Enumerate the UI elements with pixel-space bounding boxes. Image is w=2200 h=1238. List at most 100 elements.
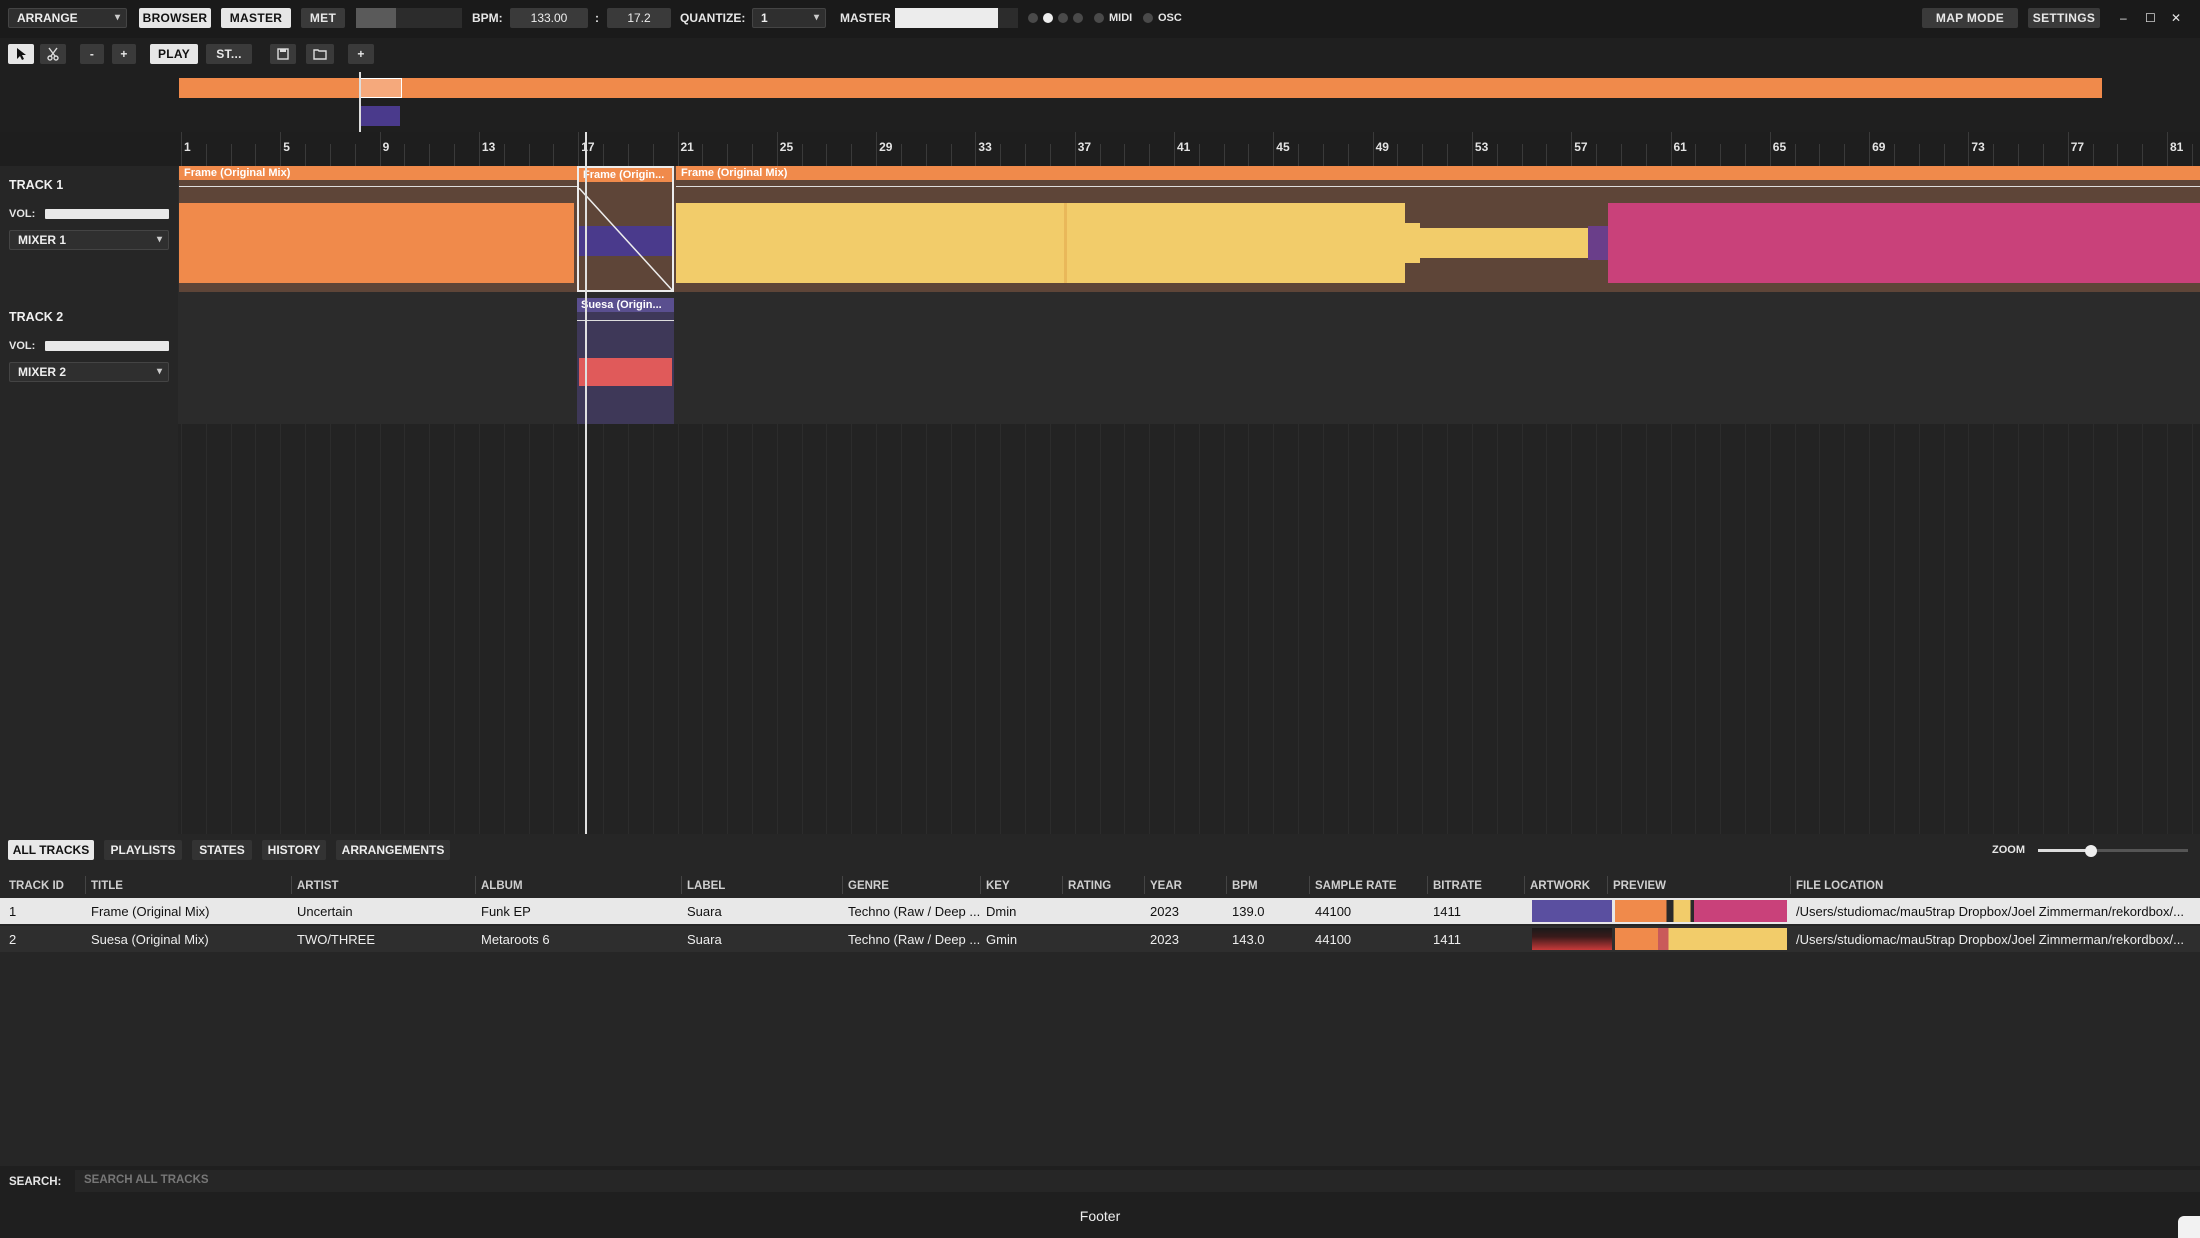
track-1-mixer-select[interactable]: MIXER 1 ▾ — [9, 230, 169, 250]
map-mode-button[interactable]: MAP MODE — [1922, 8, 2018, 28]
bar-number: 69 — [1872, 140, 1886, 154]
column-divider[interactable] — [842, 876, 843, 894]
arrangement-area[interactable]: TRACK 1 VOL: MIXER 1 ▾ Frame (Original M… — [0, 166, 2200, 834]
tab-states[interactable]: STATES — [192, 840, 252, 860]
column-header[interactable]: ARTWORK — [1530, 880, 1590, 892]
preview-waveform[interactable] — [1615, 928, 1787, 950]
column-divider[interactable] — [291, 876, 292, 894]
column-divider[interactable] — [1062, 876, 1063, 894]
column-header[interactable]: TITLE — [91, 880, 123, 892]
metronome-button[interactable]: MET — [301, 8, 345, 28]
column-header[interactable]: YEAR — [1150, 880, 1182, 892]
close-icon[interactable]: ✕ — [2171, 8, 2181, 28]
indicator-dot — [1073, 13, 1083, 23]
ruler-tick — [1322, 144, 1324, 166]
table-cell-album: Metaroots 6 — [481, 932, 550, 947]
column-header[interactable]: RATING — [1068, 880, 1111, 892]
scissors-icon[interactable] — [40, 44, 66, 64]
bar-number: 77 — [2070, 140, 2085, 154]
ruler-tick — [1124, 144, 1126, 166]
column-header[interactable]: KEY — [986, 880, 1010, 892]
quantize-select[interactable]: 1 ▾ — [752, 8, 826, 28]
column-divider[interactable] — [1607, 876, 1608, 894]
track-1-clip-1[interactable]: Frame (Original Mix) — [179, 166, 577, 292]
column-header[interactable]: PREVIEW — [1613, 880, 1666, 892]
column-header[interactable]: BITRATE — [1433, 880, 1482, 892]
track-1-clip-2[interactable]: Frame (Origin... — [577, 166, 674, 292]
column-divider[interactable] — [85, 876, 86, 894]
column-divider[interactable] — [1226, 876, 1227, 894]
waveform — [1608, 203, 2200, 283]
column-header[interactable]: LABEL — [687, 880, 725, 892]
track-1-volume-slider[interactable] — [45, 209, 169, 219]
column-divider[interactable] — [1309, 876, 1310, 894]
column-header[interactable]: BPM — [1232, 880, 1258, 892]
master-button[interactable]: MASTER — [221, 8, 291, 28]
clip-gain-line[interactable] — [577, 320, 674, 321]
ruler-tick — [1645, 144, 1647, 166]
resize-handle[interactable] — [2178, 1216, 2200, 1238]
clip-gain-line[interactable] — [179, 186, 577, 187]
sync-input[interactable]: 17.2 — [607, 8, 671, 28]
stop-button[interactable]: ST... — [206, 44, 252, 64]
search-input[interactable]: SEARCH ALL TRACKS — [75, 1170, 2200, 1192]
folder-icon[interactable] — [306, 44, 334, 64]
table-cell-key: Dmin — [986, 904, 1017, 919]
browser-button[interactable]: BROWSER — [139, 8, 211, 28]
column-header[interactable]: GENRE — [848, 880, 889, 892]
track-2-volume-slider[interactable] — [45, 341, 169, 351]
clip-gain-line[interactable] — [676, 186, 2200, 187]
column-header[interactable]: FILE LOCATION — [1796, 880, 1883, 892]
track-2-title: TRACK 2 — [9, 310, 64, 324]
zoom-slider-thumb[interactable] — [2085, 845, 2097, 857]
playhead[interactable] — [585, 166, 587, 834]
maximize-icon[interactable]: ☐ — [2145, 8, 2156, 28]
column-divider[interactable] — [475, 876, 476, 894]
ruler-tick — [603, 144, 605, 166]
crossfade-curve[interactable] — [579, 188, 672, 290]
track-1-clip-3[interactable]: Frame (Original Mix) — [676, 166, 2200, 292]
column-header[interactable]: ARTIST — [297, 880, 339, 892]
timeline-ruler[interactable]: 1 5 9 13 17 21 25 29 33 37 41 45 49 53 57 61 65 69 73 77 81 — [0, 132, 2200, 166]
column-header[interactable]: TRACK ID — [9, 880, 64, 892]
arrangement-overview[interactable] — [0, 72, 2200, 132]
metronome-level-fill[interactable] — [356, 8, 396, 28]
column-header[interactable]: SAMPLE RATE — [1315, 880, 1397, 892]
settings-button[interactable]: SETTINGS — [2028, 8, 2100, 28]
ruler-tick — [2167, 132, 2168, 166]
minimize-icon[interactable]: – — [2120, 8, 2127, 28]
waveform — [1067, 203, 1405, 283]
cursor-icon[interactable] — [8, 44, 34, 64]
column-divider[interactable] — [1427, 876, 1428, 894]
master-volume-track[interactable] — [998, 8, 1018, 28]
track-2-clip-1[interactable]: Suesa (Origin... — [577, 298, 674, 424]
preview-waveform[interactable] — [1615, 900, 1787, 922]
column-header[interactable]: ALBUM — [481, 880, 523, 892]
bar-number: 37 — [1077, 140, 1092, 154]
save-icon[interactable] — [270, 44, 296, 64]
zoom-out-button[interactable]: - — [80, 44, 104, 64]
column-divider[interactable] — [681, 876, 682, 894]
column-divider[interactable] — [980, 876, 981, 894]
play-button[interactable]: PLAY — [150, 44, 198, 64]
overview-viewport-box[interactable] — [360, 78, 402, 98]
top-bar: ARRANGE ▾ BROWSER MASTER MET BPM: 133.00… — [0, 0, 2200, 38]
column-divider[interactable] — [1790, 876, 1791, 894]
track-2-mixer-select[interactable]: MIXER 2 ▾ — [9, 362, 169, 382]
tab-playlists[interactable]: PLAYLISTS — [104, 840, 182, 860]
master-volume-fill[interactable] — [895, 8, 998, 28]
add-button[interactable]: + — [348, 44, 374, 64]
bpm-input[interactable]: 133.00 — [510, 8, 588, 28]
tab-history[interactable]: HISTORY — [262, 840, 326, 860]
column-divider[interactable] — [1524, 876, 1525, 894]
table-row[interactable]: 2 Suesa (Original Mix) TWO/THREE Metaroots … — [0, 926, 2200, 952]
tab-all-tracks[interactable]: ALL TRACKS — [8, 840, 94, 860]
table-row[interactable]: 1 Frame (Original Mix) Uncertain Funk EP Sua… — [0, 898, 2200, 924]
waveform — [676, 203, 1064, 283]
metronome-level-track[interactable] — [396, 8, 462, 28]
zoom-in-button[interactable]: + — [112, 44, 136, 64]
mode-select[interactable]: ARRANGE ▾ — [8, 8, 127, 28]
column-divider[interactable] — [1144, 876, 1145, 894]
table-cell-album: Funk EP — [481, 904, 531, 919]
tab-arrangements[interactable]: ARRANGEMENTS — [336, 840, 450, 860]
